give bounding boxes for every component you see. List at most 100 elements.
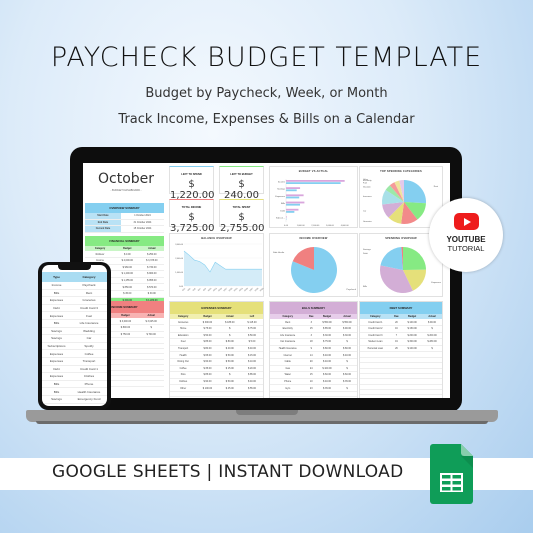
table-cell[interactable]: Car (70, 334, 107, 343)
table-cell[interactable]: Clothes (170, 378, 197, 386)
table-cell[interactable]: Savings (42, 327, 71, 336)
table-cell[interactable]: $ 80.00 (336, 345, 357, 353)
table-cell[interactable]: $ 100.00 (402, 345, 423, 353)
table-cell[interactable]: $ 960.00 (115, 264, 140, 272)
table-cell[interactable]: 10 (305, 378, 317, 386)
table-cell[interactable]: $ (336, 338, 357, 346)
table-cell[interactable]: $ 60.00 (336, 371, 357, 379)
table-cell[interactable]: $ 30.00 (336, 332, 357, 340)
table-cell[interactable]: $ (218, 325, 241, 333)
table-cell[interactable]: $ 40.00 (317, 351, 337, 359)
table-cell[interactable]: Savings (42, 334, 71, 343)
table-cell[interactable]: Paycheck (70, 282, 107, 290)
table-cell[interactable]: $ 40.00 (317, 378, 337, 386)
table-cell[interactable]: $ 10.00 (240, 358, 263, 366)
table-cell[interactable]: $ 35.00 (196, 365, 219, 373)
table-cell[interactable] (422, 389, 442, 396)
table-cell[interactable]: $ 20.00 (240, 365, 263, 373)
table-cell[interactable]: $ 65.00 (196, 351, 219, 359)
table-cell[interactable]: $ 800.00 (112, 324, 139, 332)
table-cell[interactable]: Coffee (170, 365, 197, 373)
table-cell[interactable]: $ 55.00 (240, 384, 263, 392)
table-cell[interactable]: Expenses (42, 403, 71, 406)
table-cell[interactable]: Clothes (70, 372, 107, 381)
table-cell[interactable]: Health Insurance (270, 345, 306, 353)
table-cell[interactable]: Pets (170, 371, 197, 379)
table-cell[interactable]: Car Insurance (270, 338, 306, 346)
table-cell[interactable]: 9 (305, 345, 317, 353)
table-cell[interactable]: $ 75.00 (240, 325, 263, 333)
table-cell[interactable]: $ (138, 324, 164, 332)
table-cell[interactable]: Debt (42, 365, 71, 374)
table-cell[interactable]: Student Loan (360, 338, 391, 346)
table-cell[interactable] (170, 396, 197, 398)
table-cell[interactable]: Fuel (70, 311, 107, 320)
table-cell[interactable]: $ 15.00 (218, 365, 241, 373)
table-cell[interactable]: Electricity (270, 325, 306, 333)
youtube-tutorial-badge[interactable]: YOUTUBE TUTORIAL (429, 198, 503, 272)
table-cell[interactable]: Coffee (70, 349, 107, 358)
table-cell[interactable]: Bills (42, 319, 71, 328)
table-cell[interactable]: $ 40.00 (240, 378, 263, 386)
table-cell[interactable]: Water (270, 371, 306, 379)
table-cell[interactable]: $ 200.00 (422, 332, 442, 340)
table-cell[interactable]: $ 40.00 (317, 358, 337, 366)
table-cell[interactable]: 16 (390, 325, 403, 333)
table-cell[interactable]: $ 80.00 (218, 338, 241, 346)
table-cell[interactable] (218, 396, 241, 398)
table-cell[interactable]: Expenses (42, 349, 71, 358)
table-cell[interactable]: Cable (270, 358, 306, 366)
table-cell[interactable]: Education (170, 332, 197, 340)
table-cell[interactable]: $ 85.00 (317, 325, 337, 333)
table-cell[interactable]: $ 30.00 (139, 290, 164, 298)
table-cell[interactable]: $ 200.00 (402, 332, 423, 340)
table-cell[interactable] (305, 396, 317, 398)
table-cell[interactable]: 15 (305, 371, 317, 379)
table-cell[interactable]: 7 (390, 332, 403, 340)
table-cell[interactable]: Home (170, 325, 197, 333)
table-cell[interactable]: $ 3,725.00 (139, 257, 164, 265)
table-cell[interactable]: Phone (270, 378, 306, 386)
table-cell[interactable]: Income (42, 282, 71, 290)
table-cell[interactable]: Wedding (70, 327, 107, 336)
table-cell[interactable]: $ (422, 325, 442, 333)
table-cell[interactable] (402, 389, 423, 396)
table-cell[interactable]: Debt (42, 304, 71, 313)
table-cell[interactable]: Savings (42, 395, 71, 404)
table-cell[interactable]: Internet (270, 351, 306, 359)
table-cell[interactable]: $ (422, 345, 442, 353)
table-cell[interactable]: Bills (42, 289, 71, 298)
table-cell[interactable]: $ 90.00 (336, 325, 357, 333)
table-cell[interactable]: Life Insurance (270, 332, 306, 340)
table-cell[interactable]: Expenses (42, 372, 71, 381)
table-cell[interactable]: Expenses (42, 296, 71, 305)
table-cell[interactable]: 23 (305, 384, 317, 392)
table-cell[interactable]: Groceries (70, 296, 107, 305)
table-cell[interactable]: $ 1,200.00 (115, 270, 140, 278)
table-cell[interactable]: $ (336, 358, 357, 366)
table-cell[interactable]: Bills (42, 380, 71, 389)
overview-value[interactable]: 15 October 2024 (120, 225, 164, 233)
table-cell[interactable]: Fuel (170, 338, 197, 346)
table-cell[interactable]: 15 (305, 325, 317, 333)
table-cell[interactable]: 3 (305, 332, 317, 340)
table-cell[interactable]: $ 75.00 (317, 338, 337, 346)
table-cell[interactable]: Transport (170, 345, 197, 353)
table-cell[interactable]: $ 150.00 (402, 325, 423, 333)
table-cell[interactable]: Credit Card 1 (70, 365, 107, 374)
table-cell[interactable]: $ 85.00 (196, 338, 219, 346)
table-cell[interactable]: $ 85.00 (196, 371, 219, 379)
table-cell[interactable]: 18 (305, 338, 317, 346)
table-cell[interactable]: Credit Card 3 (70, 304, 107, 313)
table-cell[interactable]: $ 60.00 (317, 371, 337, 379)
table-cell[interactable]: Expenses (42, 357, 71, 366)
table-cell[interactable]: $ 50.00 (240, 332, 263, 340)
table-cell[interactable]: Other (170, 384, 197, 392)
table-cell[interactable]: $ 900.00 (139, 270, 164, 278)
table-cell[interactable]: $ 100.00 (196, 384, 219, 392)
table-cell[interactable]: Gym (270, 384, 306, 392)
table-cell[interactable]: $ 570.00 (139, 283, 164, 291)
table-cell[interactable]: 24 (305, 365, 317, 373)
table-cell[interactable]: $ 50.00 (196, 332, 219, 340)
table-cell[interactable]: Emergency Fund (70, 395, 107, 404)
